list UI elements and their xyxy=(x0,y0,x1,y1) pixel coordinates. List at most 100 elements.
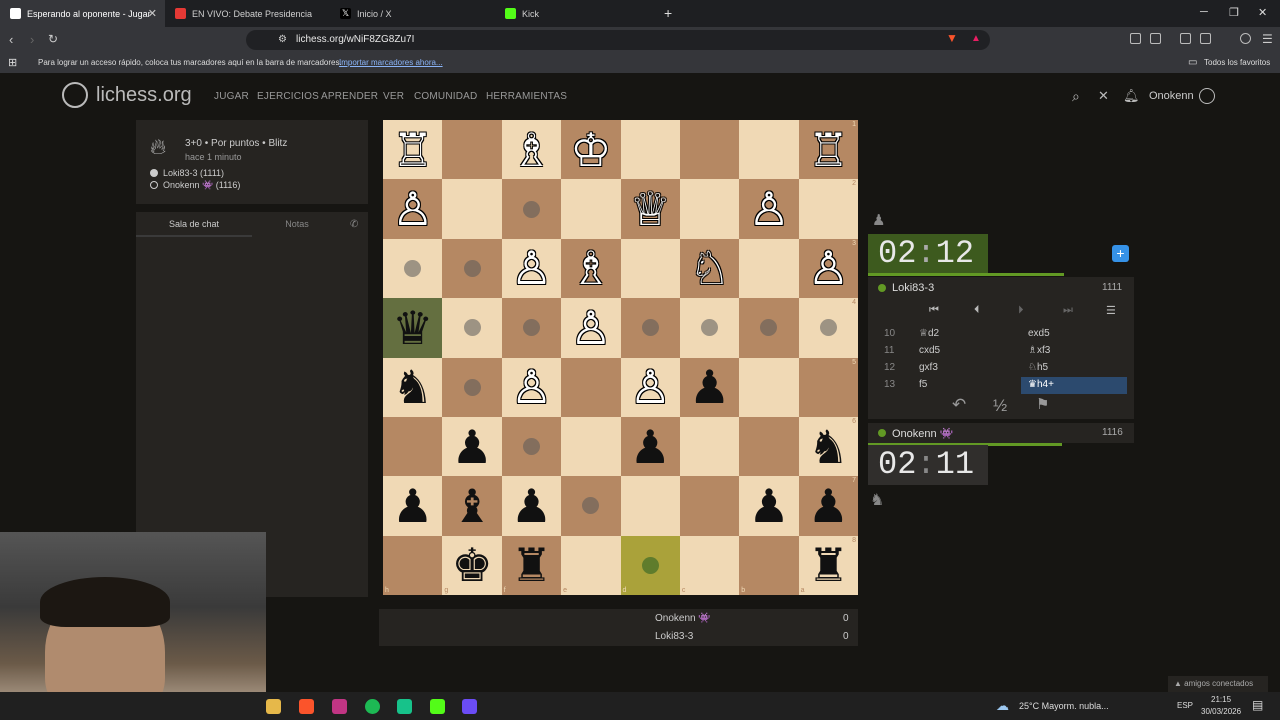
white-move[interactable]: f5 xyxy=(919,379,927,390)
nav-watch[interactable]: VER xyxy=(383,91,404,102)
board-square[interactable]: b xyxy=(739,535,799,595)
close-tab-icon[interactable]: ✕ xyxy=(148,7,157,20)
black-rook-icon[interactable]: ♜ xyxy=(808,542,849,588)
forward-icon[interactable]: › xyxy=(30,32,34,47)
tab-notes[interactable]: Notas xyxy=(252,212,342,237)
board-square[interactable] xyxy=(442,238,502,299)
player-white[interactable]: Loki83-3 (1111) xyxy=(163,168,224,178)
board-square[interactable] xyxy=(383,238,443,299)
board-square[interactable]: ♙ xyxy=(501,357,562,417)
kick-icon[interactable] xyxy=(430,699,445,714)
board-square[interactable]: 2 xyxy=(798,179,858,239)
nav-play[interactable]: JUGAR xyxy=(214,91,249,102)
board-square[interactable]: ♟ xyxy=(501,476,562,536)
black-pawn-icon[interactable]: ♟ xyxy=(689,364,730,410)
move-hint-dot[interactable] xyxy=(463,378,481,396)
wallet-icon[interactable] xyxy=(1180,33,1191,44)
black-knight-icon[interactable]: ♞ xyxy=(392,364,433,410)
clock-time[interactable]: 21:15 xyxy=(1211,695,1231,704)
tab-kick[interactable]: Kick xyxy=(495,0,660,27)
friends-online-button[interactable]: ▲ amigos conectados xyxy=(1168,676,1268,692)
board-square[interactable] xyxy=(679,179,740,239)
leo-icon[interactable] xyxy=(1200,33,1211,44)
black-queen-icon[interactable]: ♛ xyxy=(392,305,433,351)
restore-icon[interactable]: ❐ xyxy=(1229,6,1239,19)
board-square[interactable]: ♘ xyxy=(679,238,740,299)
app-icon[interactable] xyxy=(397,699,412,714)
black-knight-icon[interactable]: ♞ xyxy=(808,424,849,470)
instagram-icon[interactable] xyxy=(332,699,347,714)
white-move[interactable]: cxd5 xyxy=(919,345,940,356)
black-bishop-icon[interactable]: ♝ xyxy=(451,483,492,529)
add-time-icon[interactable]: + xyxy=(1112,245,1129,262)
board-square[interactable]: d xyxy=(620,535,680,595)
move-hint-dot[interactable] xyxy=(641,319,659,337)
phone-icon[interactable]: ✆ xyxy=(350,219,358,230)
board-square[interactable]: ♚ g xyxy=(442,535,502,595)
board-square[interactable] xyxy=(442,179,502,239)
board-square[interactable] xyxy=(739,120,799,180)
site-info-icon[interactable]: ⚙ xyxy=(278,34,287,45)
white-queen-icon[interactable]: ♕ xyxy=(630,186,671,232)
notification-center-icon[interactable]: ▤ xyxy=(1252,698,1263,712)
white-bishop-icon[interactable]: ♗ xyxy=(511,127,552,173)
opponent-name[interactable]: Loki83-3 xyxy=(892,282,934,294)
challenge-icon[interactable]: ✕ xyxy=(1098,88,1109,104)
board-square[interactable] xyxy=(561,416,621,477)
lichess-logo-icon[interactable] xyxy=(62,82,88,108)
move-hint-dot[interactable] xyxy=(760,319,778,337)
spotify-icon[interactable] xyxy=(365,699,380,714)
extensions-icon[interactable] xyxy=(1130,33,1141,44)
board-square[interactable] xyxy=(620,476,680,536)
board-square[interactable]: ♖ xyxy=(383,120,443,180)
board-square[interactable]: ♟ xyxy=(679,357,740,417)
user-menu[interactable]: Onokenn xyxy=(1149,90,1194,102)
board-square[interactable]: ♖ 1 xyxy=(798,120,858,180)
next-move-icon[interactable]: ⏵ xyxy=(1018,304,1024,317)
weather-text[interactable]: 25°C Mayorm. nubla... xyxy=(1019,701,1109,711)
move-hint-dot[interactable] xyxy=(463,259,481,277)
site-logo[interactable]: lichess.org xyxy=(96,84,192,107)
white-pawn-icon[interactable]: ♙ xyxy=(511,245,552,291)
back-icon[interactable]: ‹ xyxy=(9,32,13,47)
media-icon[interactable] xyxy=(462,699,477,714)
move-hint-dot[interactable] xyxy=(701,319,719,337)
board-square[interactable] xyxy=(561,476,621,536)
black-pawn-icon[interactable]: ♟ xyxy=(451,424,492,470)
board-square[interactable] xyxy=(679,476,740,536)
apps-icon[interactable]: ⊞ xyxy=(8,56,17,69)
url-field[interactable]: ⚙ lichess.org/wNiF8ZG8Zu7I ▼ ▲ xyxy=(246,30,990,50)
close-window-icon[interactable]: ✕ xyxy=(1258,6,1267,19)
tab-chat[interactable]: Sala de chat xyxy=(136,212,252,237)
board-square[interactable] xyxy=(501,416,562,477)
white-move[interactable]: gxf3 xyxy=(919,362,938,373)
black-pawn-icon[interactable]: ♟ xyxy=(748,483,789,529)
prev-move-icon[interactable]: ⏴ xyxy=(974,304,980,317)
white-knight-icon[interactable]: ♘ xyxy=(689,245,730,291)
menu-icon[interactable]: ☰ xyxy=(1262,32,1273,46)
takeback-icon[interactable]: ↶ xyxy=(952,395,966,415)
move-hint-dot[interactable] xyxy=(522,319,540,337)
move-hint-dot[interactable] xyxy=(522,438,540,456)
vpn-icon[interactable] xyxy=(1240,33,1251,44)
board-square[interactable]: ♙ xyxy=(561,298,621,358)
black-king-icon[interactable]: ♚ xyxy=(451,542,492,588)
board-square[interactable]: ♟ 7 xyxy=(798,476,858,536)
board-square[interactable]: ♟ xyxy=(620,416,680,477)
board-square[interactable]: ♙ xyxy=(739,179,799,239)
user-avatar-icon[interactable] xyxy=(1199,88,1215,104)
reload-icon[interactable]: ↻ xyxy=(48,32,58,46)
board-square[interactable] xyxy=(739,238,799,299)
board-square[interactable] xyxy=(679,120,740,180)
white-pawn-icon[interactable]: ♙ xyxy=(808,245,849,291)
nav-tools[interactable]: HERRAMIENTAS xyxy=(486,91,567,102)
file-explorer-icon[interactable] xyxy=(266,699,281,714)
board-square[interactable] xyxy=(739,298,799,358)
board-square[interactable]: ♙ xyxy=(620,357,680,417)
search-icon[interactable]: ⌕ xyxy=(1072,88,1080,105)
board-square[interactable]: 4 xyxy=(798,298,858,358)
all-bookmarks-button[interactable]: Todos los favoritos xyxy=(1204,58,1270,67)
player-black[interactable]: Onokenn 👾 (1116) xyxy=(163,180,240,191)
board-square[interactable]: ♞ xyxy=(383,357,443,417)
board-square[interactable]: ♙ xyxy=(383,179,443,239)
